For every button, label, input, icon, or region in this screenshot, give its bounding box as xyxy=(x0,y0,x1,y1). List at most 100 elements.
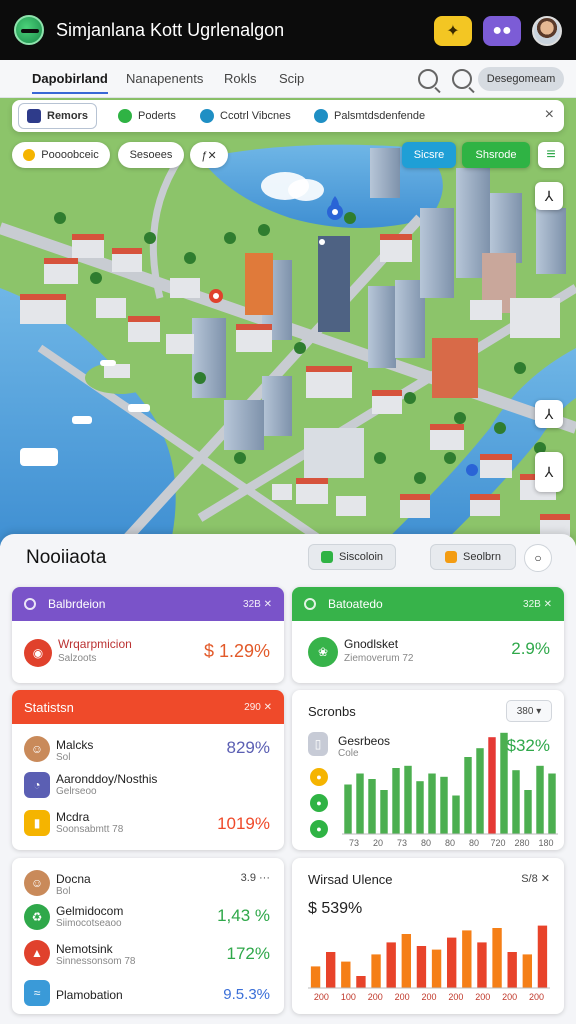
card-green: Batoatedo 32B ✕ ❀ Gnodlsket Ziemoverum 7… xyxy=(292,587,564,683)
card-header: Batoatedo 32B ✕ xyxy=(292,587,564,621)
card-row-sub: Salzoots xyxy=(58,653,97,664)
folder-icon xyxy=(445,551,458,563)
card-wheat-chart: Wirsad Ulence S/8 ✕ $ 539% 200 100 200 200 2… xyxy=(292,858,564,1014)
card-header-title: Statistsn xyxy=(24,699,74,715)
dashboard-button-2[interactable]: Seolbrn xyxy=(430,544,516,570)
chart-bar xyxy=(492,928,502,988)
people-row-sub: Siimocotseaoo xyxy=(56,918,122,929)
info-icon xyxy=(24,598,36,610)
chart-bar xyxy=(341,961,351,988)
card-header-meta[interactable]: 290 ✕ xyxy=(244,702,272,713)
nav-pill-button[interactable]: Desegomeam xyxy=(478,67,564,91)
nav-tab-dashboard[interactable]: Dapobirland xyxy=(32,71,108,94)
chart-tick-label: 100 xyxy=(341,992,356,1002)
chart-bar xyxy=(522,954,533,988)
chart-icon xyxy=(320,551,333,563)
plant-icon: ❀ xyxy=(308,637,338,667)
chart-bar xyxy=(440,776,448,834)
chip-label: Poooobceic xyxy=(41,149,99,161)
chart-bar xyxy=(371,954,381,988)
map-tool-compass-icon[interactable]: ⅄ xyxy=(535,182,563,210)
people-row-title: Gelmidocom xyxy=(56,904,124,918)
app-title: Simjanlana Kott Ugrlenalgon xyxy=(56,19,285,40)
card-header-meta[interactable]: 32B ✕ xyxy=(243,599,272,610)
fire-icon: ◉ xyxy=(24,639,52,667)
close-icon[interactable]: × xyxy=(545,106,554,124)
chart-bar xyxy=(476,748,484,834)
dashboard-button-1[interactable]: Siscoloin xyxy=(308,544,396,570)
filter-tab-control[interactable]: Ccotrl Vibcnes xyxy=(200,100,291,132)
chart-bar xyxy=(310,966,321,988)
nav-tab-scip[interactable]: Scip xyxy=(279,71,304,86)
chart-bar xyxy=(536,765,544,834)
chart-bar xyxy=(537,925,548,988)
card-header-meta[interactable]: 32B ✕ xyxy=(523,599,552,610)
chart-tick-label: 200 xyxy=(395,992,410,1002)
leaf-icon: ● xyxy=(310,820,328,838)
card-row-title: Wrqarpmicion xyxy=(58,637,132,651)
filter-tab-label: Palsmtdsdenfende xyxy=(334,110,426,122)
chip-filter-1[interactable]: Poooobceic xyxy=(12,142,110,168)
filter-tab-label: Ccotrl Vibcnes xyxy=(220,110,291,122)
chart-tick-label: 73 xyxy=(349,838,359,848)
chart-tick-label: 180 xyxy=(538,838,553,848)
pin-icon xyxy=(27,109,41,123)
info-icon xyxy=(304,598,316,610)
chart-bar xyxy=(507,952,517,988)
chart-tick-label: 80 xyxy=(445,838,455,848)
person-icon: ☺ xyxy=(24,736,50,762)
chart-tick-label: 720 xyxy=(490,838,505,848)
stat-row-sub: Soonsabmtt 78 xyxy=(56,824,124,835)
people-row-title: Docna xyxy=(56,872,91,886)
filter-tab-palsmt[interactable]: Palsmtdsdenfende xyxy=(314,100,425,132)
period-dropdown[interactable]: 380 ▾ xyxy=(506,700,552,722)
chart-bar xyxy=(380,790,388,834)
filter-tab-poderts[interactable]: Poderts xyxy=(118,100,176,132)
leaf-icon xyxy=(118,109,132,123)
stat-row-sub: Sol xyxy=(56,752,71,763)
card-header-meta[interactable]: 3.9 ··· xyxy=(241,872,270,884)
chat-button[interactable]: ●● xyxy=(483,16,521,46)
wheat-bar-chart: 200 100 200 200 200 200 200 200 200 xyxy=(308,925,550,1002)
people-row-value: 172% xyxy=(226,944,270,963)
card-title: Wirsad Ulence xyxy=(308,872,393,887)
map-action-blue-button[interactable]: Sicsre xyxy=(402,142,456,168)
chart-bar xyxy=(462,930,472,988)
map-tool-locate-icon[interactable]: ⅄ xyxy=(535,452,563,492)
filter-tab-remors[interactable]: Remors xyxy=(18,103,97,129)
chip-filter-3[interactable]: ƒ✕ xyxy=(190,142,228,168)
avatar[interactable] xyxy=(532,16,562,46)
map-filter-bar: Remors Poderts Ccotrl Vibcnes Palsmtdsde… xyxy=(12,100,564,132)
water-icon: ≈ xyxy=(24,980,50,1006)
chip-filter-2[interactable]: Sesoees xyxy=(118,142,184,168)
dashboard-button-label: Siscoloin xyxy=(338,551,384,563)
settings-icon[interactable]: ○ xyxy=(524,544,552,572)
chart-bar xyxy=(325,952,336,988)
card-header-meta[interactable]: S/8 ✕ xyxy=(521,872,550,885)
chart-bar xyxy=(524,790,532,834)
dashboard-title: Nooiiaota xyxy=(26,547,107,568)
card-title: Scronbs xyxy=(308,704,356,719)
map-tool-layers-icon[interactable]: ⅄ xyxy=(535,400,563,428)
notification-button[interactable]: ✦ xyxy=(434,16,472,46)
people-row-sub: Bol xyxy=(56,886,71,897)
shield-icon xyxy=(314,109,328,123)
nav-tab-management[interactable]: Nanapenents xyxy=(126,71,203,86)
map-action-green-button[interactable]: Shsrode xyxy=(462,142,530,168)
chart-tick-label: 73 xyxy=(397,838,407,848)
search-icon[interactable] xyxy=(418,69,438,89)
chart-bar xyxy=(344,784,352,834)
card-header: Statistsn 290 ✕ xyxy=(12,690,284,724)
card-statistics: Statistsn 290 ✕ ☺ Malcks Sol 829% ◔ Aaro… xyxy=(12,690,284,850)
sun-icon: ● xyxy=(310,768,328,786)
menu-icon[interactable]: ≡ xyxy=(538,142,564,168)
chart-bar xyxy=(416,781,424,834)
chart-tick-label: 200 xyxy=(314,992,329,1002)
zoom-icon[interactable] xyxy=(452,69,472,89)
chart-bar xyxy=(368,779,376,834)
chart-bar xyxy=(431,949,442,988)
stat-row-title: Aaronddoy/Nosthis xyxy=(56,772,158,786)
chart-bar xyxy=(477,942,487,988)
nav-tab-roles[interactable]: Rokls xyxy=(224,71,257,86)
gauge-icon: ◔ xyxy=(24,772,50,798)
